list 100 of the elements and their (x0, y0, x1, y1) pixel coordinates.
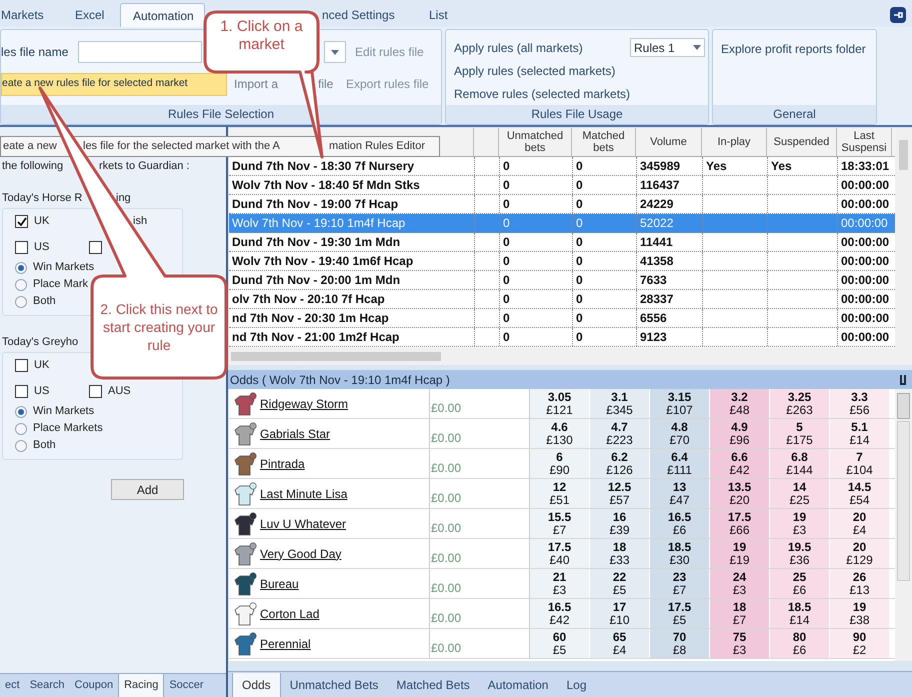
price-cell[interactable]: 19.5 £36 (770, 539, 830, 568)
runner-name[interactable]: Last Minute Lisa (260, 484, 348, 502)
price-cell[interactable]: 13 £47 (650, 479, 710, 508)
price-cell[interactable]: 12 £51 (530, 479, 590, 508)
ribbon-action[interactable]: Remove rules (selected markets) (454, 84, 630, 102)
price-cell[interactable]: 5.1 £14 (830, 419, 890, 448)
radio-button[interactable] (15, 278, 27, 290)
runner-name[interactable]: Pintrada (260, 454, 305, 472)
market-row[interactable]: olv 7th Nov - 20:10 7f Hcap 0 0 28337 00:00:00 (229, 290, 895, 309)
price-cell[interactable]: 19 £38 (830, 599, 890, 628)
radio-button[interactable] (15, 296, 27, 308)
price-cell[interactable]: 17.5 £5 (650, 599, 710, 628)
price-cell[interactable]: 17.5 £40 (530, 539, 590, 568)
price-cell[interactable]: 21 £3 (530, 569, 590, 598)
ribbon-tab[interactable]: Excel (62, 3, 120, 27)
price-cell[interactable]: 24 £3 (710, 569, 770, 598)
panel-tab[interactable]: Unmatched Bets (280, 673, 388, 697)
price-cell[interactable]: 19 £3 (770, 509, 830, 538)
ribbon-action[interactable]: Apply rules (all markets) (454, 38, 583, 56)
add-button[interactable]: Add (111, 479, 184, 500)
market-row[interactable]: Dund 7th Nov - 20:00 1m Mdn 0 0 7633 00:00:00 (229, 271, 895, 290)
price-cell[interactable]: 4.7 £223 (590, 419, 650, 448)
price-cell[interactable]: 14 £25 (770, 479, 830, 508)
price-cell[interactable]: 4.9 £96 (710, 419, 770, 448)
panel-tab[interactable]: Log (557, 673, 596, 697)
price-cell[interactable]: 18.5 £14 (770, 599, 830, 628)
ribbon-action[interactable]: Apply rules (selected markets) (454, 62, 616, 80)
radio-button[interactable] (15, 440, 27, 452)
price-cell[interactable]: 17.5 £66 (710, 509, 770, 538)
ribbon-tab[interactable]: Automation (120, 3, 205, 27)
price-cell[interactable]: 6.4 £111 (650, 449, 710, 478)
price-cell[interactable]: 20 £4 (830, 509, 890, 538)
vertical-scrollbar[interactable] (895, 389, 912, 661)
price-cell[interactable]: 14.5 £54 (830, 479, 890, 508)
rules-dropdown[interactable]: Rules 1 (630, 38, 705, 57)
ribbon-tab[interactable]: List (423, 3, 463, 27)
price-cell[interactable]: 23 £7 (650, 569, 710, 598)
price-cell[interactable]: 20 £129 (830, 539, 890, 568)
price-cell[interactable]: 6.2 £126 (590, 449, 650, 478)
panel-tab[interactable]: Search (24, 674, 70, 697)
market-row[interactable]: nd 7th Nov - 20:30 1m Hcap 0 0 6556 00:00:00 (229, 309, 895, 328)
price-cell[interactable]: 60 £5 (530, 629, 590, 658)
price-cell[interactable]: 17 £10 (590, 599, 650, 628)
runner-name[interactable]: Ridgeway Storm (260, 394, 348, 412)
panel-tab[interactable]: Racing (118, 674, 164, 697)
market-row[interactable]: Wolv 7th Nov - 19:40 1m6f Hcap 0 0 41358 00:00:00 (229, 252, 895, 271)
price-cell[interactable]: 4.8 £70 (650, 419, 710, 448)
price-cell[interactable]: 3.2 £48 (710, 389, 770, 418)
price-cell[interactable]: 16.5 £6 (650, 509, 710, 538)
panel-tab[interactable]: Odds (232, 673, 281, 697)
panel-tab[interactable]: Coupon (70, 674, 118, 697)
radio-button[interactable] (15, 422, 27, 434)
market-row[interactable]: Dund 7th Nov - 19:30 1m Mdn 0 0 11441 00:00:00 (229, 233, 895, 252)
checkbox[interactable] (15, 384, 28, 398)
create-rules-button[interactable]: eate a new rules file for selected market (1, 72, 227, 96)
price-cell[interactable]: 12.5 £57 (590, 479, 650, 508)
horizontal-scrollbar[interactable] (229, 348, 912, 365)
price-cell[interactable]: 70 £8 (650, 629, 710, 658)
price-cell[interactable]: 6.6 £42 (710, 449, 770, 478)
panel-tab[interactable]: Soccer (164, 674, 209, 697)
panel-tab[interactable]: ect (0, 674, 25, 697)
checkbox[interactable] (89, 384, 102, 398)
radio-button[interactable] (15, 262, 27, 274)
checkbox[interactable] (89, 240, 102, 254)
runner-name[interactable]: Corton Lad (260, 604, 320, 622)
price-cell[interactable]: 3.15 £107 (650, 389, 710, 418)
runner-name[interactable]: Bureau (260, 574, 299, 592)
price-cell[interactable]: 16.5 £42 (530, 599, 590, 628)
market-row[interactable]: Wolv 7th Nov - 18:40 5f Mdn Stks 0 0 116437 00:00:00 (229, 176, 895, 195)
runner-name[interactable]: Perennial (260, 634, 311, 652)
price-cell[interactable]: 3.1 £345 (590, 389, 650, 418)
price-cell[interactable]: 18 £33 (590, 539, 650, 568)
rules-file-name-field[interactable] (78, 41, 202, 63)
panel-tab[interactable]: Matched Bets (387, 673, 479, 697)
runner-name[interactable]: Luv U Whatever (260, 514, 346, 532)
price-cell[interactable]: 18 £7 (710, 599, 770, 628)
price-cell[interactable]: 3.05 £121 (530, 389, 590, 418)
price-cell[interactable]: 3.25 £263 (770, 389, 830, 418)
runner-name[interactable]: Gabrials Star (260, 424, 330, 442)
price-cell[interactable]: 75 £3 (710, 629, 770, 658)
price-cell[interactable]: 26 £13 (830, 569, 890, 598)
checkbox[interactable] (15, 358, 28, 372)
price-cell[interactable]: 4.6 £130 (530, 419, 590, 448)
price-cell[interactable]: 3.3 £56 (830, 389, 890, 418)
vertical-scrollbar[interactable] (895, 128, 912, 348)
price-cell[interactable]: 65 £4 (590, 629, 650, 658)
dropdown-button[interactable] (324, 41, 346, 63)
panel-tab[interactable]: Automation (478, 673, 558, 697)
price-cell[interactable]: 6.8 £144 (770, 449, 830, 478)
price-cell[interactable]: 18.5 £30 (650, 539, 710, 568)
checkbox[interactable] (15, 214, 28, 228)
ribbon-tab[interactable]: Markets (0, 3, 62, 27)
market-row[interactable]: nd 7th Nov - 21:00 1m2f Hcap 0 0 9123 00:00:00 (229, 328, 895, 347)
ribbon-tab[interactable]: nced Settings (318, 3, 423, 27)
price-cell[interactable]: 13.5 £20 (710, 479, 770, 508)
price-cell[interactable]: 7 £104 (830, 449, 890, 478)
price-cell[interactable]: 25 £6 (770, 569, 830, 598)
price-cell[interactable]: 6 £90 (530, 449, 590, 478)
radio-button[interactable] (15, 406, 27, 418)
price-cell[interactable]: 16 £39 (590, 509, 650, 538)
